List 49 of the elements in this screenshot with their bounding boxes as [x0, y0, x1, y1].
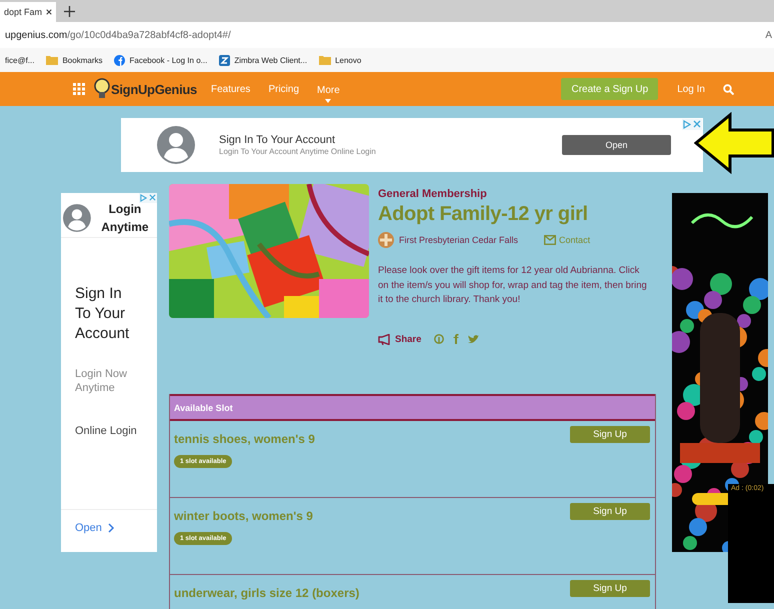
signup-title: Adopt Family-12 yr girl	[378, 203, 589, 226]
address-field[interactable]: upgenius.com/go/10c0d4ba9a728abf4cf8-adopt4#/	[5, 30, 766, 40]
apps-grid-icon[interactable]	[73, 83, 85, 95]
ad-open-button[interactable]: Open	[562, 135, 671, 155]
browser-tab[interactable]: dopt Fam	[0, 2, 56, 22]
social-icon[interactable]	[434, 334, 444, 344]
sign-up-button[interactable]: Sign Up	[570, 426, 650, 443]
sign-up-button[interactable]: Sign Up	[570, 503, 650, 520]
bookmark-link[interactable]: Lenovo	[319, 55, 362, 65]
slot-item: underwear, girls size 12 (boxers)	[174, 586, 360, 600]
column-header: Available Slot	[174, 402, 233, 412]
ad-text: Online Login	[75, 425, 138, 437]
sign-up-button[interactable]: Sign Up	[570, 580, 650, 597]
adchoices-icon[interactable]	[140, 194, 147, 202]
caret-icon	[325, 99, 332, 103]
facebook-icon	[114, 54, 126, 66]
social-icon[interactable]	[468, 334, 480, 344]
ad-title: Sign In To Your Account	[219, 134, 336, 146]
avatar-icon	[157, 126, 195, 164]
close-icon[interactable]	[46, 8, 52, 16]
organization-logo-icon	[378, 232, 394, 248]
reader-mode-text[interactable]: A	[765, 30, 772, 40]
slot-item: winter boots, women's 9	[174, 509, 313, 523]
ad-header: Login Anytime	[100, 201, 150, 236]
share-link[interactable]: Share	[378, 334, 422, 344]
lightbulb-icon[interactable]	[94, 78, 110, 100]
ad-subtitle: Login To Your Account Anytime Online Login	[219, 147, 377, 156]
new-tab-icon[interactable]	[64, 6, 75, 16]
envelope-icon	[544, 235, 556, 245]
ad-open-link[interactable]: Open	[61, 509, 157, 552]
description-text: Please look over the gift items for 12 year old Aubrianna. Click on the item/s you will shop for, wrap and tag the item, then bring it to the church library. Thank you!	[378, 264, 648, 307]
bookmark-link[interactable]: fice@f...	[5, 56, 34, 64]
bookmark-link[interactable]: Facebook - Log In o...	[114, 54, 208, 66]
slot-item: tennis shoes, women's 9	[174, 432, 315, 446]
category-label: General Membership	[378, 188, 488, 200]
search-icon[interactable]	[723, 84, 734, 94]
ad-text: Login Now Anytime	[75, 367, 128, 395]
folder-icon	[319, 55, 332, 65]
social-icon[interactable]	[453, 334, 460, 344]
organizer-name: First Presbyterian Cedar Falls	[399, 235, 518, 245]
chevron-icon	[108, 523, 115, 533]
site-logo[interactable]: SignUpGenius	[111, 82, 197, 96]
adchoices-icon[interactable]	[683, 120, 691, 129]
folder-icon	[46, 55, 58, 65]
bookmark-link[interactable]: Bookmarks	[46, 55, 102, 65]
ad-headline: Sign In To Your Account	[75, 284, 130, 344]
bookmark-link[interactable]: Zimbra Web Client...	[219, 54, 308, 66]
megaphone-icon	[378, 334, 392, 344]
zimbra-icon	[219, 54, 230, 66]
